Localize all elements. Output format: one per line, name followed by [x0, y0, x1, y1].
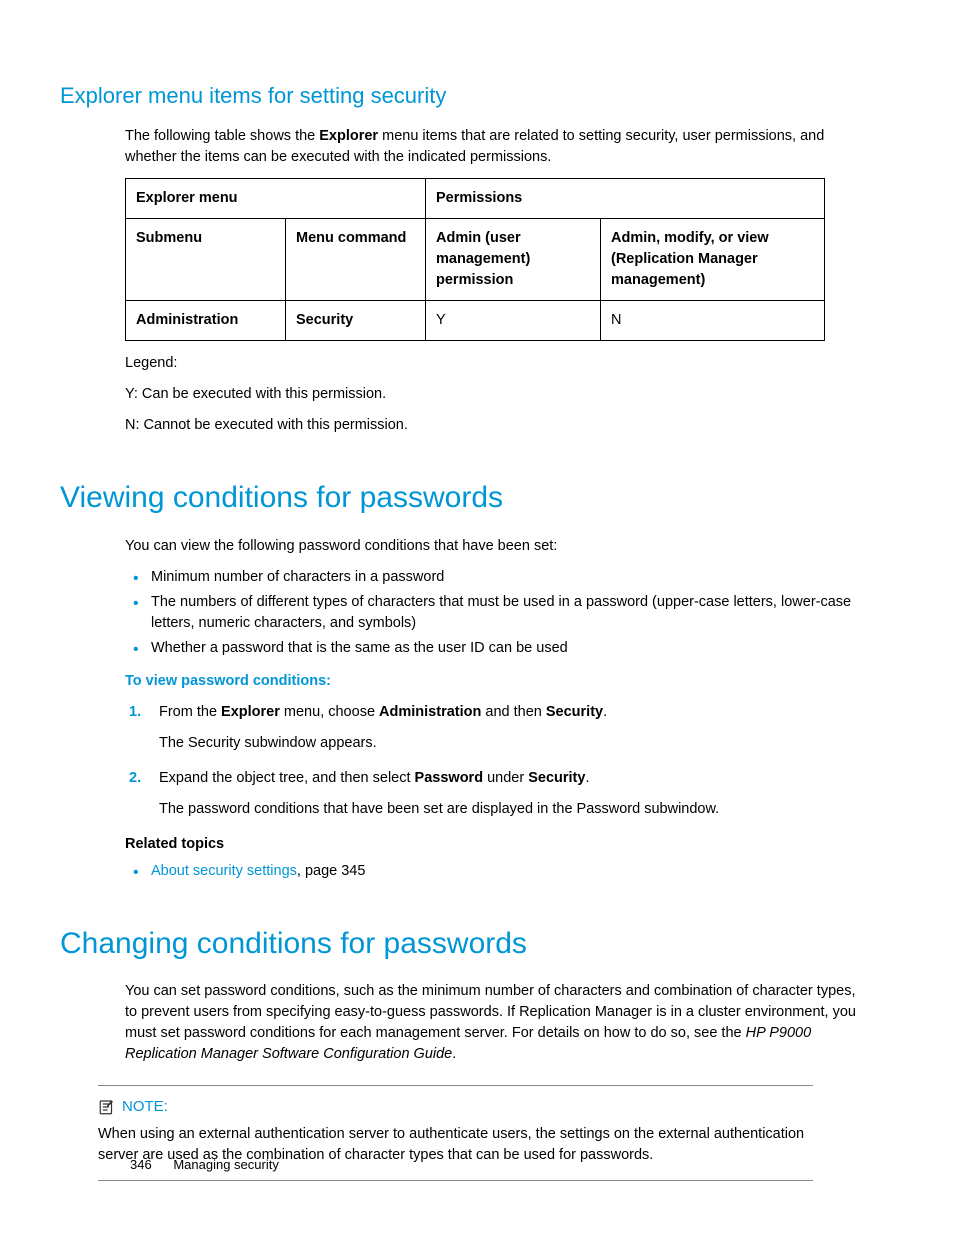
step-result: The password conditions that have been s… [159, 799, 864, 820]
text: and then [481, 704, 546, 720]
text: The following table shows the [125, 128, 319, 144]
section2-body: You can view the following password cond… [125, 536, 864, 882]
cell-admin: Y [426, 300, 601, 340]
note-icon [98, 1098, 116, 1116]
cell-view: N [601, 300, 825, 340]
section2-bullets: Minimum number of characters in a passwo… [125, 567, 864, 659]
text: under [483, 770, 528, 786]
procedure-heading: To view password conditions: [125, 671, 864, 692]
related-link[interactable]: About security settings [151, 863, 297, 879]
document-page: Explorer menu items for setting security… [0, 0, 954, 1235]
section-heading-changing-passwords: Changing conditions for passwords [60, 922, 864, 966]
th-view-perm: Admin, modify, or view (Replication Mana… [601, 218, 825, 300]
list-item: Whether a password that is the same as t… [125, 638, 864, 659]
text: . [585, 770, 589, 786]
legend-y: Y: Can be executed with this permission. [125, 384, 864, 405]
text: . [603, 704, 607, 720]
table-header-row-1: Explorer menu Permissions [126, 178, 825, 218]
page-number: 346 [130, 1157, 152, 1172]
step-1: From the Explorer menu, choose Administr… [125, 702, 864, 754]
section2-intro: You can view the following password cond… [125, 536, 864, 557]
text-bold: Explorer [319, 128, 378, 144]
text: From the [159, 704, 221, 720]
th-menu-command: Menu command [286, 218, 426, 300]
list-item: About security settings, page 345 [125, 861, 864, 882]
th-admin-perm: Admin (user management) permission [426, 218, 601, 300]
section1-body: The following table shows the Explorer m… [125, 126, 864, 436]
note-header: NOTE: [98, 1096, 813, 1118]
text: , page 345 [297, 863, 366, 879]
text-bold: Explorer [221, 704, 280, 720]
permissions-table: Explorer menu Permissions Submenu Menu c… [125, 178, 825, 341]
section3-body: You can set password conditions, such as… [125, 981, 864, 1065]
list-item: The numbers of different types of charac… [125, 592, 864, 634]
text: Expand the object tree, and then select [159, 770, 415, 786]
section3-intro: You can set password conditions, such as… [125, 981, 864, 1065]
text-bold: Security [546, 704, 603, 720]
related-topics-list: About security settings, page 345 [125, 861, 864, 882]
list-item: Minimum number of characters in a passwo… [125, 567, 864, 588]
step-result: The Security subwindow appears. [159, 733, 864, 754]
th-explorer-menu: Explorer menu [126, 178, 426, 218]
section1-intro: The following table shows the Explorer m… [125, 126, 864, 168]
text: . [452, 1046, 456, 1062]
table-row: Administration Security Y N [126, 300, 825, 340]
table-header-row-2: Submenu Menu command Admin (user managem… [126, 218, 825, 300]
procedure-steps: From the Explorer menu, choose Administr… [125, 702, 864, 820]
section-heading-explorer-security: Explorer menu items for setting security [60, 80, 864, 112]
cell-command: Security [286, 300, 426, 340]
cell-submenu: Administration [126, 300, 286, 340]
legend-n: N: Cannot be executed with this permissi… [125, 415, 864, 436]
text-bold: Password [415, 770, 484, 786]
legend-label: Legend: [125, 353, 864, 374]
section-heading-viewing-passwords: Viewing conditions for passwords [60, 476, 864, 520]
step-2: Expand the object tree, and then select … [125, 768, 864, 820]
page-footer: 346 Managing security [130, 1156, 279, 1175]
related-topics-heading: Related topics [125, 834, 864, 855]
text-bold: Security [528, 770, 585, 786]
th-submenu: Submenu [126, 218, 286, 300]
footer-title: Managing security [173, 1157, 279, 1172]
th-permissions: Permissions [426, 178, 825, 218]
text-bold: Administration [379, 704, 481, 720]
note-label: NOTE: [122, 1096, 168, 1118]
text: menu, choose [280, 704, 379, 720]
